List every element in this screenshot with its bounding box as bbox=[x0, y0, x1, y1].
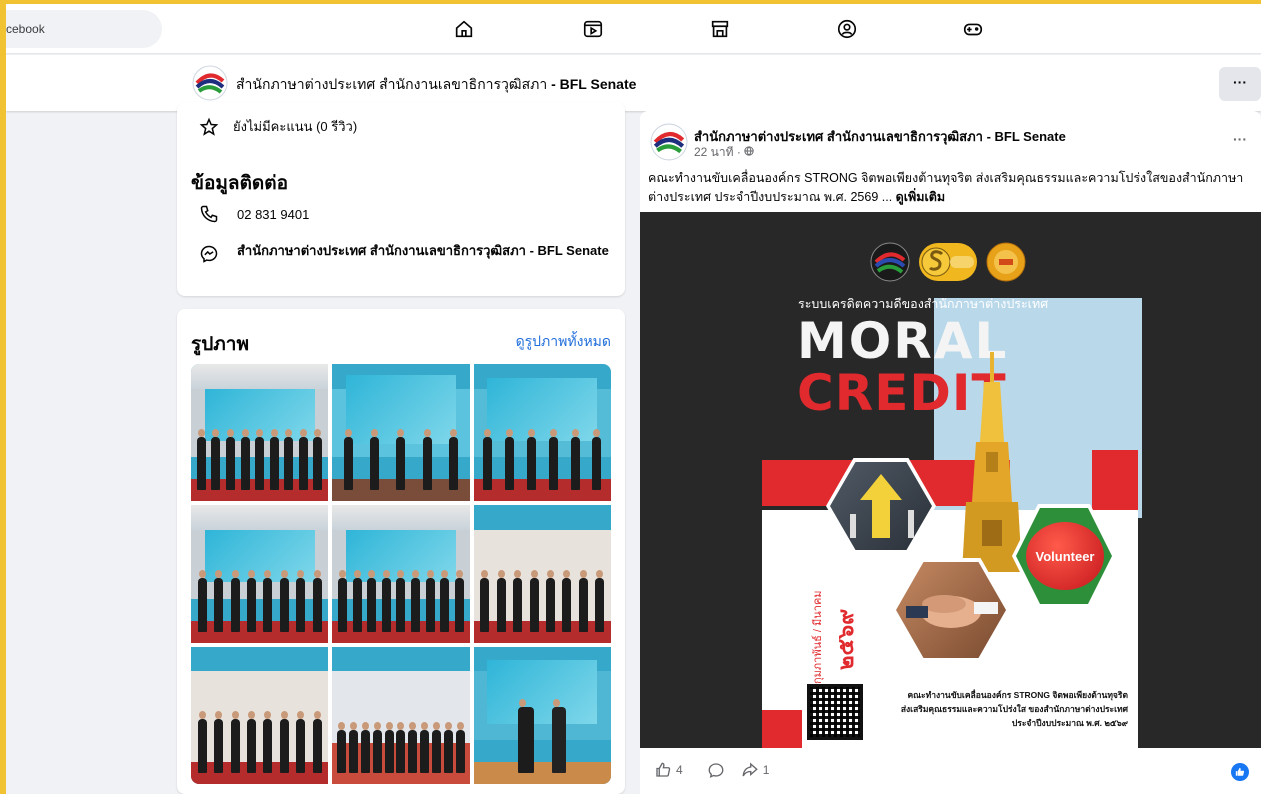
photo-thumbnail[interactable] bbox=[473, 364, 611, 502]
page-more-button[interactable]: ··· bbox=[1219, 67, 1261, 101]
rating-row: ยังไม่มีคะแนน (0 รีวิว) bbox=[199, 116, 357, 137]
poster-footer-line: ส่งเสริมคุณธรรมและความโปร่งใส ของสำนักภา… bbox=[900, 704, 1128, 714]
post-image[interactable]: ระบบเครดิตความดีของสำนักภาษาต่างประเทศ M… bbox=[640, 212, 1261, 748]
messenger-row: สำนักภาษาต่างประเทศ สำนักงานเลขาธิการวุฒ… bbox=[199, 242, 609, 264]
qr-code bbox=[807, 684, 863, 740]
home-icon[interactable] bbox=[453, 18, 477, 42]
page-title-thai: สำนักภาษาต่างประเทศ สำนักงานเลขาธิการวุฒ… bbox=[236, 76, 548, 92]
hands-icon bbox=[906, 595, 998, 628]
comment-icon bbox=[708, 763, 724, 778]
poster-year: ๒๕๖๙ bbox=[833, 608, 858, 670]
like-reaction-badge[interactable] bbox=[1231, 763, 1249, 781]
post-actions: 4 1 bbox=[654, 761, 769, 779]
phone-row: 02 831 9401 bbox=[199, 204, 309, 224]
photo-grid bbox=[191, 364, 611, 784]
photo-thumbnail[interactable] bbox=[191, 364, 329, 502]
gaming-icon[interactable] bbox=[962, 18, 986, 42]
senate-strong-logo-icon bbox=[919, 243, 977, 281]
photo-thumbnail[interactable] bbox=[473, 646, 611, 784]
poster-subtitle: ระบบเครดิตความดีของสำนักภาษาต่างประเทศ bbox=[798, 297, 1049, 311]
phone-icon bbox=[200, 205, 218, 223]
browser-viewport: cebook สำนักภาษาต่างประเทศ สำนักงานเลขาธ… bbox=[6, 4, 1261, 794]
messenger-link[interactable]: สำนักภาษาต่างประเทศ สำนักงานเลขาธิการวุฒ… bbox=[237, 242, 609, 264]
groups-icon[interactable] bbox=[836, 18, 860, 42]
like-count: 4 bbox=[676, 763, 683, 777]
page-logo[interactable] bbox=[192, 65, 228, 101]
poster-logos bbox=[870, 242, 1026, 282]
poster-footer-line: ประจำปีงบประมาณ พ.ศ. ๒๕๖๙ bbox=[1011, 718, 1128, 728]
page-title-english: - BFL Senate bbox=[547, 76, 637, 92]
rating-text: ยังไม่มีคะแนน (0 รีวิว) bbox=[233, 119, 358, 134]
photo-thumbnail[interactable] bbox=[473, 505, 611, 643]
comment-button[interactable] bbox=[707, 761, 725, 779]
post-author-avatar[interactable] bbox=[650, 123, 688, 161]
post-body: คณะทำงานขับเคลื่อนองค์กร STRONG จิตพอเพี… bbox=[648, 171, 1244, 204]
photo-thumbnail[interactable] bbox=[332, 505, 470, 643]
globe-icon bbox=[744, 146, 754, 156]
search-text: cebook bbox=[6, 22, 45, 36]
post-options-button[interactable]: ··· bbox=[1233, 131, 1247, 147]
top-navigation-bar: cebook bbox=[6, 4, 1261, 54]
photo-thumbnail[interactable] bbox=[191, 505, 329, 643]
volunteer-label: Volunteer bbox=[1026, 522, 1104, 590]
thumbs-up-icon bbox=[1235, 767, 1245, 776]
messenger-icon bbox=[200, 245, 218, 263]
share-button[interactable]: 1 bbox=[741, 761, 770, 779]
integrity-logo-icon bbox=[986, 242, 1026, 282]
post-time: 22 นาที · bbox=[694, 145, 745, 159]
see-more-link[interactable]: ดูเพิ่มเติม bbox=[896, 190, 946, 204]
photos-title: รูปภาพ bbox=[191, 334, 249, 355]
photos-card: รูปภาพ ดูรูปภาพทั้งหมด bbox=[177, 309, 625, 794]
post-timestamp[interactable]: 22 นาที · bbox=[694, 143, 754, 162]
search-input[interactable]: cebook bbox=[6, 10, 162, 48]
post-card: สำนักภาษาต่างประเทศ สำนักงานเลขาธิการวุฒ… bbox=[640, 111, 1261, 794]
volunteer-badge: Volunteer bbox=[1012, 504, 1116, 608]
star-icon bbox=[199, 117, 219, 136]
see-all-photos-link[interactable]: ดูรูปภาพทั้งหมด bbox=[516, 331, 611, 353]
marketplace-icon[interactable] bbox=[709, 18, 733, 42]
photo-thumbnail[interactable] bbox=[332, 364, 470, 502]
share-icon bbox=[742, 762, 758, 777]
up-arrow-icon bbox=[850, 474, 914, 538]
poster-red-corner bbox=[762, 710, 802, 748]
thumbs-up-icon bbox=[656, 762, 671, 777]
video-icon[interactable] bbox=[582, 18, 606, 42]
photo-thumbnail[interactable] bbox=[191, 646, 329, 784]
photo-thumbnail[interactable] bbox=[332, 646, 470, 784]
page-title[interactable]: สำนักภาษาต่างประเทศ สำนักงานเลขาธิการวุฒ… bbox=[236, 74, 636, 96]
like-button[interactable]: 4 bbox=[654, 761, 683, 779]
contact-info-card: ยังไม่มีคะแนน (0 รีวิว) ข้อมูลติดต่อ 02 … bbox=[177, 102, 625, 296]
share-count: 1 bbox=[762, 763, 770, 777]
poster-footer: คณะทำงานขับเคลื่อนองค์กร STRONG จิตพอเพี… bbox=[870, 688, 1128, 730]
phone-number[interactable]: 02 831 9401 bbox=[237, 207, 309, 222]
bfl-logo-icon bbox=[870, 242, 910, 282]
contact-section-title: ข้อมูลติดต่อ bbox=[191, 173, 288, 194]
poster-footer-line: คณะทำงานขับเคลื่อนองค์กร STRONG จิตพอเพี… bbox=[907, 690, 1128, 700]
post-text: คณะทำงานขับเคลื่อนองค์กร STRONG จิตพอเพี… bbox=[648, 169, 1248, 207]
poster-months: กุมภาพันธ์ / มีนาคม bbox=[812, 590, 824, 684]
